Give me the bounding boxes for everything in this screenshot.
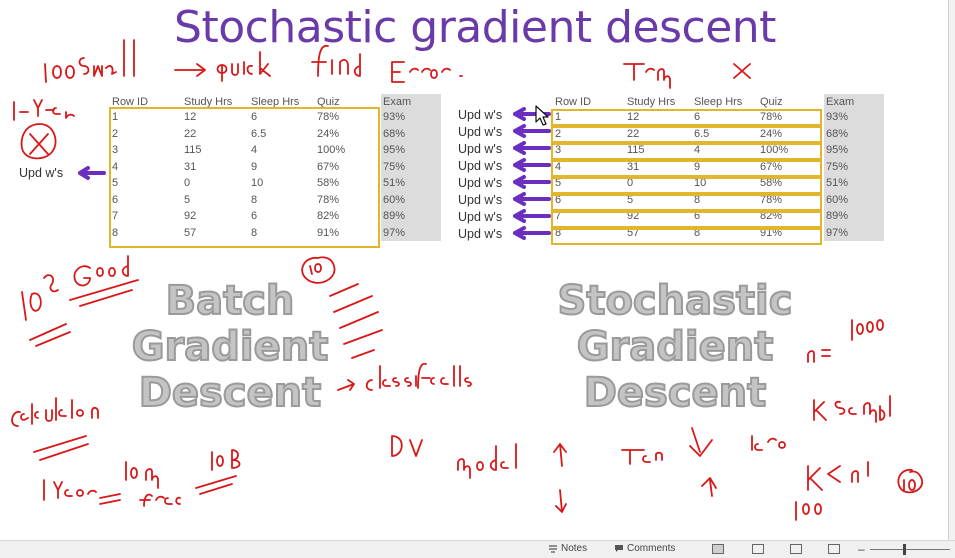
ink-underline-calc (33, 435, 89, 461)
pen-annotations (11, 39, 923, 521)
ink-classification (365, 362, 472, 391)
ink-100-bottom (795, 501, 822, 521)
ink-calculation (11, 397, 99, 427)
ink-dv (391, 435, 423, 457)
ink-trm (623, 63, 671, 89)
zoom-slider-thumb[interactable] (903, 544, 906, 555)
ink-error (391, 61, 463, 83)
ink-hatch-lines (329, 283, 383, 359)
ink-arrow-up-2 (701, 477, 717, 497)
status-bar: Notes Comments – (0, 540, 955, 558)
ink-arrow-down (689, 427, 713, 457)
ink-arrow-to-quick (174, 63, 206, 77)
ink-underline-10b (195, 475, 237, 495)
comments-button[interactable]: Comments (614, 543, 675, 554)
zoom-slider-track[interactable] (870, 549, 950, 550)
ink-underline-108 (29, 323, 71, 347)
slide-scroll-edge (948, 0, 955, 540)
cursor-icon (535, 105, 549, 126)
ink-10b (211, 449, 241, 471)
comments-label: Comments (627, 543, 676, 554)
ink-arrow-down-model (555, 489, 567, 513)
ink-arrow-classification (337, 379, 355, 391)
notes-button[interactable]: Notes (548, 543, 587, 554)
ink-k-less-n (807, 461, 869, 491)
slide-canvas: Stochastic gradient descent Row ID Study… (0, 0, 950, 540)
zoom-out-icon[interactable]: – (858, 542, 865, 556)
ink-x-mark (733, 63, 751, 79)
ink-good (73, 255, 129, 287)
ink-100-small (44, 39, 135, 83)
ink-underline-good (69, 279, 139, 307)
ink-1-year-bottom (43, 479, 97, 501)
slide-sorter-icon[interactable] (752, 544, 764, 554)
ink-loss (751, 435, 786, 451)
ink-quick (216, 51, 271, 82)
ink-model (457, 443, 517, 479)
ink-n-1000 (807, 319, 884, 363)
normal-view-icon[interactable] (712, 544, 724, 554)
reading-view-icon[interactable] (790, 544, 802, 554)
ink-low (621, 449, 663, 465)
ink-k-sample (813, 395, 891, 423)
ink-10-8 (21, 274, 59, 321)
comments-icon (615, 545, 623, 552)
ink-10m (125, 461, 159, 489)
ink-1-year (13, 99, 75, 121)
ink-circled-x (20, 123, 57, 160)
ink-find (311, 44, 361, 77)
slideshow-icon[interactable] (828, 544, 840, 554)
ink-frac (139, 493, 181, 507)
ink-circled-note (301, 256, 336, 284)
purple-update-arrows (78, 107, 551, 240)
notes-label: Notes (561, 543, 588, 554)
ink-circled-10 (897, 469, 923, 494)
ink-arrow-up (553, 443, 567, 467)
notes-icon (549, 545, 557, 553)
ink-underline-year (99, 493, 121, 505)
